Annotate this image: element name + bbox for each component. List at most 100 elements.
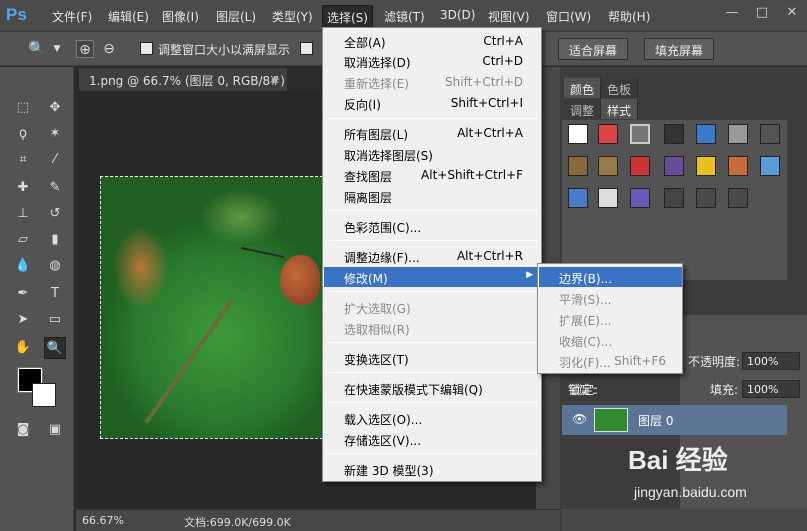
submenu-item-border[interactable]: 边界(B)... [539,267,682,287]
chevron-down-icon[interactable]: ▼ [48,40,66,58]
minimize-icon[interactable]: — [725,6,739,20]
background-color-swatch[interactable] [32,383,56,407]
style-swatch[interactable] [664,188,684,208]
screen-mode-icon[interactable]: ▣ [44,419,66,441]
close-tab-icon[interactable]: × [269,72,279,86]
style-swatch[interactable] [664,156,684,176]
style-swatch[interactable] [568,156,588,176]
fit-screen-button[interactable]: 适合屏幕 [558,38,629,60]
menu-item-find-layers[interactable]: 查找图层 Alt+Shift+Ctrl+F [324,165,541,185]
submenu-item-smooth[interactable]: 平滑(S)... [539,288,682,308]
type-tool-icon[interactable]: T [44,283,66,305]
menu-item-select-all[interactable]: 全部(A) Ctrl+A [324,31,541,51]
style-swatch[interactable] [598,188,618,208]
eraser-icon[interactable]: ▱ [12,229,34,251]
rectangle-tool-icon[interactable]: ▭ [44,309,66,331]
style-swatch[interactable] [696,156,716,176]
style-swatch[interactable] [664,124,684,144]
style-swatch[interactable] [568,188,588,208]
submenu-item-feather[interactable]: 羽化(F)... Shift+F6 [539,351,682,371]
clone-stamp-icon[interactable]: ⊥ [12,203,34,225]
zoom-in-icon[interactable]: ⊕ [76,40,94,58]
menu-item-new-3d-model[interactable]: 新建 3D 模型(3) [324,459,541,479]
style-swatch[interactable] [728,124,748,144]
menu-type[interactable]: 类型(Y) [272,8,313,25]
menu-select[interactable]: 选择(S) [322,5,373,27]
menu-item-deselect[interactable]: 取消选择(D) Ctrl+D [324,51,541,71]
menu-item-inverse[interactable]: 反向(I) Shift+Ctrl+I [324,93,541,113]
menu-item-modify[interactable]: 修改(M) ▶ [324,267,541,287]
crop-tool-icon[interactable]: ⌗ [12,149,34,171]
submenu-item-contract[interactable]: 收缩(C)... [539,330,682,350]
submenu-item-expand[interactable]: 扩展(E)... [539,309,682,329]
zoom-tool-icon[interactable]: 🔍 [44,337,66,359]
opacity-field[interactable]: 100% [742,352,800,370]
style-swatch[interactable] [760,156,780,176]
menu-3d[interactable]: 3D(D) [440,8,475,22]
menu-item-grow[interactable]: 扩大选取(G) [324,297,541,317]
hand-tool-icon[interactable]: ✋ [12,337,34,359]
zoom-all-windows-checkbox[interactable] [300,42,313,55]
move-tool-icon[interactable]: ✥ [44,97,66,119]
menu-item-refine-edge[interactable]: 调整边缘(F)... Alt+Ctrl+R [324,246,541,266]
style-swatch[interactable] [568,124,588,144]
menu-item-quick-mask[interactable]: 在快速蒙版模式下编辑(Q) [324,378,541,398]
menu-window[interactable]: 窗口(W) [546,8,591,25]
style-swatch[interactable] [598,124,618,144]
fill-screen-button[interactable]: 填充屏幕 [644,38,715,60]
history-brush-icon[interactable]: ↺ [44,203,66,225]
style-swatch[interactable] [728,188,748,208]
tab-adjustments[interactable]: 调整 [564,99,602,119]
menu-item-reselect[interactable]: 重新选择(E) Shift+Ctrl+D [324,72,541,92]
menu-item-similar[interactable]: 选取相似(R) [324,318,541,338]
menu-item-load-selection[interactable]: 载入选区(O)... [324,408,541,428]
style-swatch[interactable] [630,156,650,176]
menu-item-deselect-layers[interactable]: 取消选择图层(S) [324,144,541,164]
menu-layer[interactable]: 图层(L) [216,8,256,25]
gradient-tool-icon[interactable]: ▮ [44,229,66,251]
menu-edit[interactable]: 编辑(E) [108,8,149,25]
zoom-tool-preset-icon[interactable]: 🔍 [28,40,46,58]
blur-tool-icon[interactable]: 💧 [12,255,34,277]
style-swatch[interactable] [696,124,716,144]
style-swatch[interactable] [630,188,650,208]
menu-view[interactable]: 视图(V) [488,8,530,25]
menu-item-color-range[interactable]: 色彩范围(C)... [324,216,541,236]
eyedropper-icon[interactable]: ⁄ [44,149,66,171]
layer-row[interactable]: 👁 图层 0 [562,405,787,435]
maximize-icon[interactable]: □ [755,6,769,20]
document-tab[interactable]: 1.png @ 66.7% (图层 0, RGB/8#) × [78,67,288,91]
zoom-out-icon[interactable]: ⊖ [100,40,118,58]
eye-icon[interactable]: 👁 [572,412,587,426]
lasso-tool-icon[interactable]: ϙ [12,123,34,145]
menu-item-transform-selection[interactable]: 变换选区(T) [324,348,541,368]
marquee-tool-icon[interactable]: ⬚ [12,97,34,119]
dodge-tool-icon[interactable]: ◍ [44,255,66,277]
menu-item-all-layers[interactable]: 所有图层(L) Alt+Ctrl+A [324,123,541,143]
style-swatch[interactable] [728,156,748,176]
quick-mask-icon[interactable]: ◙ [12,419,34,441]
brush-tool-icon[interactable]: ✎ [44,177,66,199]
hummingbird-image[interactable] [100,176,328,439]
path-selection-icon[interactable]: ➤ [12,309,34,331]
style-swatch[interactable] [630,124,650,144]
menu-item-save-selection[interactable]: 存储选区(V)... [324,429,541,449]
style-swatch[interactable] [760,124,780,144]
resize-windows-checkbox[interactable] [140,42,153,55]
menu-image[interactable]: 图像(I) [162,8,199,25]
menu-help[interactable]: 帮助(H) [608,8,650,25]
layer-name[interactable]: 图层 0 [638,412,673,429]
healing-brush-icon[interactable]: ✚ [12,177,34,199]
menu-item-isolate-layers[interactable]: 隔离图层 [324,186,541,206]
style-swatch[interactable] [696,188,716,208]
style-swatch[interactable] [598,156,618,176]
fill-field[interactable]: 100% [742,380,800,398]
zoom-level[interactable]: 66.67% [82,514,124,527]
tab-styles[interactable]: 样式 [601,99,639,119]
tab-color[interactable]: 颜色 [564,78,602,98]
menu-filter[interactable]: 滤镜(T) [384,8,425,25]
close-icon[interactable]: ✕ [785,6,799,20]
pen-tool-icon[interactable]: ✒ [12,283,34,305]
magic-wand-icon[interactable]: ✶ [44,123,66,145]
tab-swatches[interactable]: 色板 [601,78,639,98]
